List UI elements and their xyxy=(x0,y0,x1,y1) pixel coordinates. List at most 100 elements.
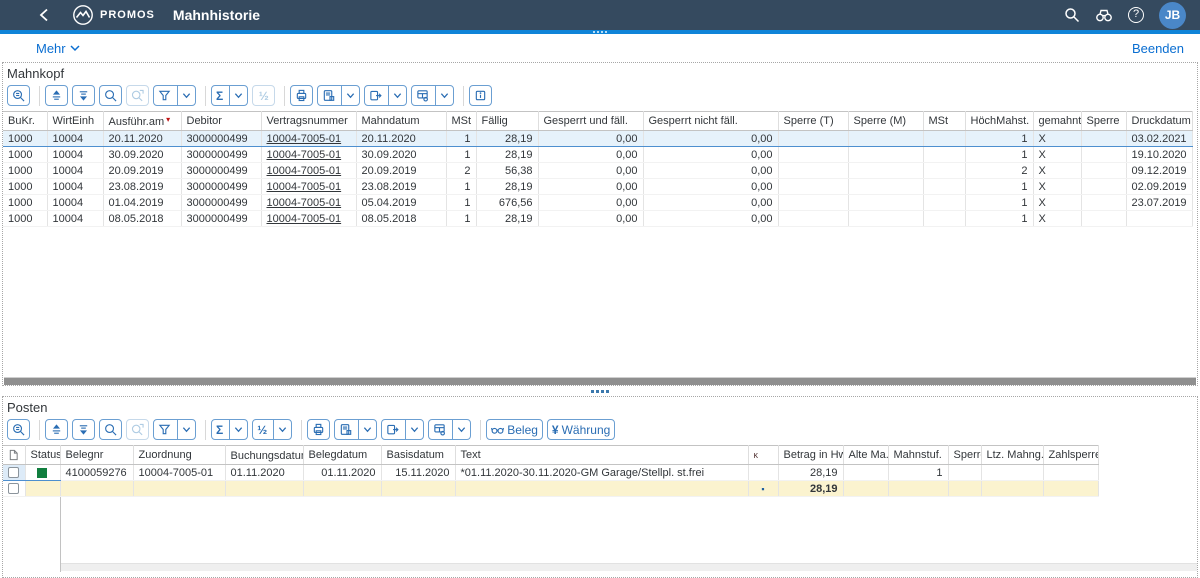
contract-number-link[interactable]: 10004-7005-01 xyxy=(267,133,342,145)
sort-descending-button[interactable] xyxy=(72,85,95,106)
views-button-dropdown-chevron-icon[interactable] xyxy=(363,425,372,434)
section-splitter-handle[interactable] xyxy=(0,386,1200,396)
subtotal-button: ½ xyxy=(252,85,275,106)
table-row[interactable]: 410005927610004-7005-0101.11.202001.11.2… xyxy=(3,465,1098,481)
table-row[interactable]: 10001000408.05.2018300000049910004-7005-… xyxy=(3,211,1192,227)
sort-ascending-button[interactable] xyxy=(45,419,68,440)
printer-icon xyxy=(295,89,308,102)
column-header-Ltz. Mahng.[interactable]: Ltz. Mahng. xyxy=(981,446,1043,465)
table-row[interactable]: 10001000423.08.2019300000049910004-7005-… xyxy=(3,179,1192,195)
column-header-Alte Ma...[interactable]: Alte Ma... xyxy=(843,446,888,465)
print-button[interactable] xyxy=(307,419,330,440)
sort-ascending-button[interactable] xyxy=(45,85,68,106)
column-header-Mahnstuf.[interactable]: Mahnstuf. xyxy=(888,446,948,465)
column-header-WirtEinh[interactable]: WirtEinh xyxy=(47,112,103,131)
column-header-Belegnr[interactable]: Belegnr xyxy=(60,446,133,465)
table-info-button[interactable] xyxy=(469,85,492,106)
cell: *01.11.2020-30.11.2020-GM Garage/Stellpl… xyxy=(455,465,748,481)
column-header-Betrag in Hw[interactable]: Betrag in Hw xyxy=(778,446,843,465)
find-button[interactable] xyxy=(99,85,122,106)
table-row[interactable]: 10001000420.09.2019300000049910004-7005-… xyxy=(3,163,1192,179)
column-header-HöchMahst.[interactable]: HöchMahst. xyxy=(965,112,1033,131)
column-header-select-all[interactable] xyxy=(3,446,25,465)
top-splitter-grip-icon[interactable] xyxy=(593,31,607,33)
layout-button[interactable] xyxy=(428,419,471,440)
column-header-Debitor[interactable]: Debitor xyxy=(181,112,261,131)
filter-button-dropdown-chevron-icon[interactable] xyxy=(182,425,191,434)
column-header-BuKr.[interactable]: BuKr. xyxy=(3,112,47,131)
binoculars-icon[interactable] xyxy=(1091,2,1117,28)
mehr-menu-button[interactable]: Mehr xyxy=(36,41,80,56)
column-header-Zahlsperre[interactable]: Zahlsperre xyxy=(1043,446,1098,465)
subtotal-button-dropdown-chevron-icon[interactable] xyxy=(278,425,287,434)
subtotal-button[interactable]: ½ xyxy=(252,419,292,440)
column-header-Zuordnung[interactable]: Zuordnung xyxy=(133,446,225,465)
export-button-dropdown-chevron-icon[interactable] xyxy=(393,91,402,100)
column-header-Sperre (T)[interactable]: Sperre (T) xyxy=(778,112,848,131)
views-button-dropdown-chevron-icon[interactable] xyxy=(346,91,355,100)
contract-number-link[interactable]: 10004-7005-01 xyxy=(267,149,342,161)
find-button[interactable] xyxy=(99,419,122,440)
layout-button-dropdown-chevron-icon[interactable] xyxy=(457,425,466,434)
waehrung-button[interactable]: ¥Währung xyxy=(547,419,615,440)
column-header-MSt[interactable]: MSt xyxy=(446,112,476,131)
column-header-Fällig[interactable]: Fällig xyxy=(476,112,538,131)
column-header-Sperre (M)[interactable]: Sperre (M) xyxy=(848,112,923,131)
total-button-dropdown-chevron-icon[interactable] xyxy=(234,91,243,100)
table-row[interactable]: 10001000420.11.2020300000049910004-7005-… xyxy=(3,131,1192,147)
column-header-Basisdatum[interactable]: Basisdatum xyxy=(381,446,455,465)
column-header-Buchungsdatum[interactable]: Buchungsdatum▴ xyxy=(225,446,303,465)
column-header-Sperre[interactable]: Sperre xyxy=(1081,112,1126,131)
back-icon[interactable] xyxy=(38,8,50,22)
search-icon[interactable] xyxy=(1059,2,1085,28)
table-row[interactable]: 10001000401.04.2019300000049910004-7005-… xyxy=(3,195,1192,211)
total-button[interactable]: Σ xyxy=(211,419,248,440)
page-title: Mahnhistorie xyxy=(173,7,260,23)
column-header-Gesperrt und fäll.[interactable]: Gesperrt und fäll. xyxy=(538,112,643,131)
posten-horizontal-scrollbar[interactable] xyxy=(60,563,1197,571)
filter-button[interactable] xyxy=(153,85,196,106)
cell: 3000000499 xyxy=(181,179,261,195)
help-icon[interactable]: ? xyxy=(1123,2,1149,28)
column-header-Status[interactable]: Status xyxy=(25,446,60,465)
filter-button[interactable] xyxy=(153,419,196,440)
details-button[interactable] xyxy=(7,85,30,106)
filter-button-dropdown-chevron-icon[interactable] xyxy=(182,91,191,100)
contract-number-link[interactable]: 10004-7005-01 xyxy=(267,181,342,193)
avatar[interactable]: JB xyxy=(1159,2,1186,29)
table-row[interactable]: 10001000430.09.2020300000049910004-7005-… xyxy=(3,147,1192,163)
contract-number-link[interactable]: 10004-7005-01 xyxy=(267,165,342,177)
row-checkbox[interactable] xyxy=(8,467,19,478)
views-button[interactable] xyxy=(317,85,360,106)
contract-number-link[interactable]: 10004-7005-01 xyxy=(267,197,342,209)
total-row[interactable]: ▪28,19 xyxy=(3,481,1098,497)
column-header-Gesperrt nicht fäll.[interactable]: Gesperrt nicht fäll. xyxy=(643,112,778,131)
column-header-Sperre[interactable]: Sperre xyxy=(948,446,981,465)
export-button[interactable] xyxy=(381,419,424,440)
details-button[interactable] xyxy=(7,419,30,440)
column-header-Mahndatum[interactable]: Mahndatum xyxy=(356,112,446,131)
layout-button[interactable] xyxy=(411,85,454,106)
layout-button-dropdown-chevron-icon[interactable] xyxy=(440,91,449,100)
total-button[interactable]: Σ xyxy=(211,85,248,106)
split-divider xyxy=(405,420,406,439)
print-button[interactable] xyxy=(290,85,313,106)
column-header-gemahnt[interactable]: gemahnt xyxy=(1033,112,1081,131)
column-header-Druckdatum[interactable]: Druckdatum xyxy=(1126,112,1192,131)
contract-number-link[interactable]: 10004-7005-01 xyxy=(267,213,342,225)
beenden-button[interactable]: Beenden xyxy=(1132,41,1184,56)
column-header-MSt[interactable]: MSt xyxy=(923,112,965,131)
export-button-dropdown-chevron-icon[interactable] xyxy=(410,425,419,434)
mahnkopf-horizontal-scrollbar[interactable] xyxy=(4,377,1196,385)
column-header-Belegdatum[interactable]: Belegdatum xyxy=(303,446,381,465)
column-header-Ausführ.am[interactable]: Ausführ.am▾ xyxy=(103,112,181,131)
export-button[interactable] xyxy=(364,85,407,106)
views-button[interactable] xyxy=(334,419,377,440)
column-header-Text[interactable]: Text xyxy=(455,446,748,465)
column-header-Vertragsnummer[interactable]: Vertragsnummer xyxy=(261,112,356,131)
total-button-dropdown-chevron-icon[interactable] xyxy=(234,425,243,434)
column-header-ĸ[interactable]: ĸ xyxy=(748,446,778,465)
sort-descending-button[interactable] xyxy=(72,419,95,440)
row-checkbox[interactable] xyxy=(8,483,19,494)
beleg-button[interactable]: Beleg xyxy=(486,419,543,440)
